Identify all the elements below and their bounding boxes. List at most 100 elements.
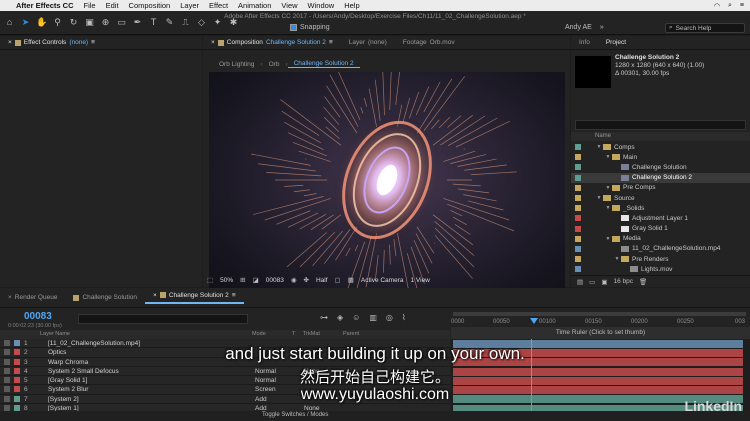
views-select[interactable]: 1 View — [410, 277, 429, 284]
project-item[interactable]: Adjustment Layer 1 — [571, 213, 750, 223]
puppet-tool-icon[interactable]: ✱ — [228, 16, 239, 28]
snapping-checkbox[interactable] — [290, 24, 297, 31]
tab-footage[interactable]: Footage Orb.mov — [395, 39, 463, 46]
project-item[interactable]: Gray Solid 1 — [571, 224, 750, 234]
shy-icon[interactable]: ☺ — [352, 313, 360, 322]
project-item[interactable]: Challenge Solution 2 — [571, 172, 750, 183]
project-search-input[interactable] — [575, 120, 746, 130]
breadcrumb-orb-lighting[interactable]: Orb Lighting — [213, 61, 260, 68]
label-color-swatch[interactable] — [14, 349, 20, 356]
project-item[interactable]: ▼ Comps — [571, 142, 750, 152]
close-icon[interactable]: × — [8, 294, 12, 301]
layer-mode[interactable]: Normal — [255, 368, 276, 375]
layer-name[interactable]: [System 2] — [48, 396, 79, 403]
project-col-name[interactable]: Name — [595, 133, 611, 139]
camera-tool-icon[interactable]: ▣ — [84, 16, 95, 28]
label-color-swatch[interactable] — [575, 256, 581, 263]
visibility-eye-icon[interactable] — [4, 377, 10, 384]
search-icon[interactable]: ⌕ — [728, 2, 732, 10]
visibility-eye-icon[interactable] — [4, 358, 10, 365]
label-color-swatch[interactable] — [575, 225, 581, 232]
menu-view[interactable]: View — [281, 1, 297, 10]
layer-row[interactable]: 4 System 2 Small Defocus Normal None — [0, 366, 450, 377]
layer-row[interactable]: 3 Warp Chroma — [0, 357, 450, 367]
breadcrumb-orb[interactable]: Orb — [263, 61, 286, 68]
tab-info[interactable]: Info — [571, 39, 598, 46]
label-color-swatch[interactable] — [575, 215, 581, 222]
label-color-swatch[interactable] — [575, 245, 581, 252]
layer-row[interactable]: 7 [System 2] Add — [0, 394, 450, 405]
project-item[interactable]: ▼ Source — [571, 193, 750, 203]
graph-editor-icon[interactable]: ⌇ — [402, 313, 406, 322]
project-item[interactable]: 11_02_ChallengeSolution.mp4 — [571, 244, 750, 254]
menu-file[interactable]: File — [84, 1, 96, 10]
label-color-swatch[interactable] — [575, 235, 581, 242]
layer-name[interactable]: System 2 Small Defocus — [48, 368, 119, 375]
visibility-eye-icon[interactable] — [4, 386, 10, 393]
new-folder-icon[interactable]: ▭ — [589, 278, 595, 286]
project-item[interactable]: Challenge Solution — [571, 162, 750, 172]
expand-triangle-icon[interactable]: ▼ — [604, 205, 612, 211]
project-item[interactable]: ▼ Pre Renders — [571, 254, 750, 264]
app-menu[interactable]: After Effects CC — [16, 1, 74, 10]
visibility-eye-icon[interactable] — [4, 395, 10, 402]
menu-layer[interactable]: Layer — [180, 1, 199, 10]
work-area-bar[interactable] — [453, 312, 746, 316]
col-trkmat[interactable]: TrkMat — [303, 331, 320, 337]
layer-duration-bar[interactable] — [453, 339, 743, 348]
panel-menu-icon[interactable]: ≡ — [329, 39, 333, 46]
project-item[interactable]: ▼ _Solids — [571, 203, 750, 213]
col-mode[interactable]: Mode — [252, 331, 266, 337]
label-color-swatch[interactable] — [575, 194, 581, 201]
transparency-grid-icon[interactable]: ▦ — [348, 276, 354, 284]
visibility-eye-icon[interactable] — [4, 349, 10, 356]
expand-triangle-icon[interactable]: ▼ — [604, 185, 612, 191]
layer-row[interactable]: 6 System 2 Blur Screen — [0, 385, 450, 395]
layer-duration-bar[interactable] — [453, 376, 743, 385]
current-time-display[interactable]: 00083 — [266, 277, 284, 284]
hand-tool-icon[interactable]: ✋ — [36, 16, 47, 28]
layer-row[interactable]: 5 [Gray Solid 1] Normal — [0, 376, 450, 386]
close-icon[interactable]: × — [211, 39, 215, 46]
frame-blending-icon[interactable]: ▥ — [369, 313, 377, 322]
camera-select[interactable]: Active Camera — [361, 277, 404, 284]
pan-behind-tool-icon[interactable]: ⊕ — [100, 16, 111, 28]
menu-edit[interactable]: Edit — [106, 1, 119, 10]
project-item[interactable]: ▼ Pre Comps — [571, 183, 750, 193]
timeline-search-input[interactable] — [78, 314, 248, 324]
panel-menu-icon[interactable]: ≡ — [91, 39, 95, 46]
project-item[interactable]: Lights.mov — [571, 264, 750, 274]
expand-triangle-icon[interactable]: ▼ — [604, 236, 612, 242]
label-color-swatch[interactable] — [14, 377, 20, 384]
layer-mode[interactable]: Screen — [255, 386, 276, 393]
expand-triangle-icon[interactable]: ▼ — [604, 154, 612, 160]
expand-triangle-icon[interactable]: ▼ — [595, 144, 603, 150]
mask-visibility-icon[interactable]: ◪ — [253, 276, 259, 284]
zoom-select[interactable]: 50% — [220, 277, 233, 284]
resolution-select[interactable]: Half — [316, 277, 328, 284]
layer-duration-bar[interactable] — [453, 386, 743, 395]
eraser-tool-icon[interactable]: ◇ — [196, 16, 207, 28]
layer-row[interactable]: 2 Optics — [0, 348, 450, 358]
time-ruler[interactable]: 0000 00050 00100 00150 00200 00250 003 T… — [451, 310, 750, 339]
clone-stamp-tool-icon[interactable]: ⎍ — [180, 16, 191, 28]
tab-challenge-solution[interactable]: Challenge Solution — [65, 294, 145, 301]
menu-composition[interactable]: Composition — [129, 1, 171, 10]
project-item[interactable]: ▼ Media — [571, 234, 750, 244]
project-item[interactable]: ▼ Main — [571, 152, 750, 162]
workspace-menu-icon[interactable]: » — [600, 24, 604, 31]
grid-icon[interactable]: ⊞ — [240, 276, 245, 284]
label-color-swatch[interactable] — [575, 184, 581, 191]
rectangle-tool-icon[interactable]: ▭ — [116, 16, 127, 28]
label-color-swatch[interactable] — [14, 367, 20, 374]
label-color-swatch[interactable] — [575, 205, 581, 212]
pen-tool-icon[interactable]: ✒ — [132, 16, 143, 28]
wifi-icon[interactable]: ◠ — [714, 2, 720, 10]
tab-challenge-solution-2[interactable]: × Challenge Solution 2 ≡ — [145, 292, 244, 304]
layer-mode[interactable]: Add — [255, 396, 267, 403]
always-preview-icon[interactable]: ⬚ — [207, 276, 213, 284]
label-color-swatch[interactable] — [14, 358, 20, 365]
label-color-swatch[interactable] — [575, 164, 581, 171]
motion-blur-icon[interactable]: ◎ — [386, 313, 393, 322]
col-layer-name[interactable]: Layer Name — [40, 331, 70, 337]
